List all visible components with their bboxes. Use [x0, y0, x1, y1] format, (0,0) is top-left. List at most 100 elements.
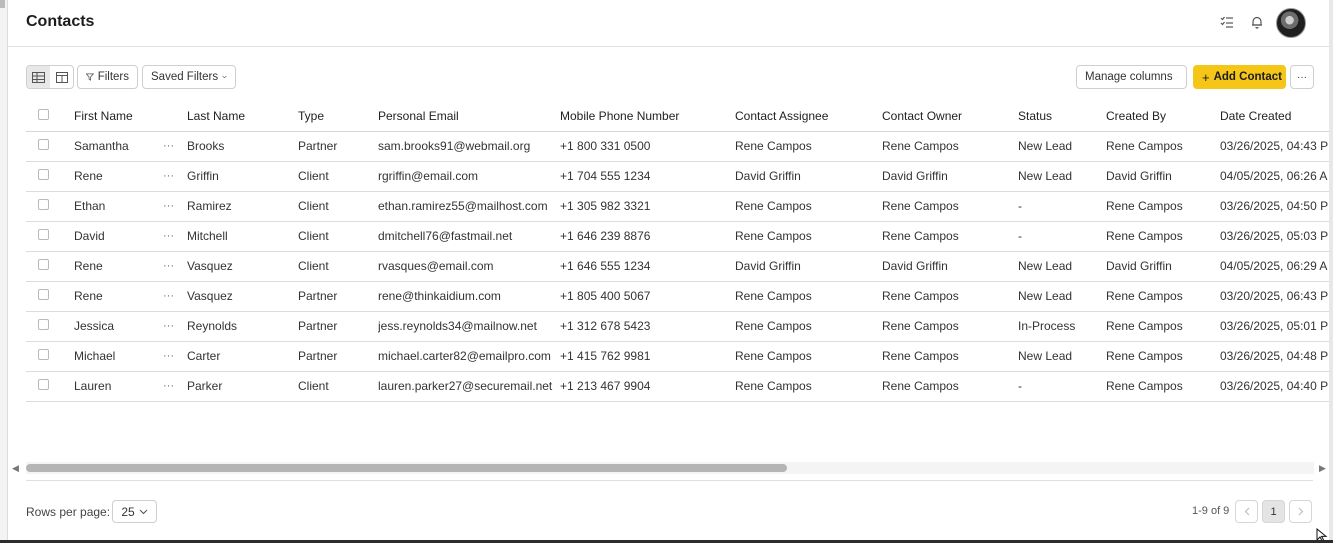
table-view-button[interactable]: [27, 66, 50, 88]
assignee-cell: Rene Campos: [735, 311, 882, 342]
column-header-personal-email[interactable]: Personal Email: [378, 101, 560, 132]
column-header-contact-assignee[interactable]: Contact Assignee: [735, 101, 882, 132]
email-cell: lauren.parker27@securemail.net: [378, 371, 560, 402]
table-row[interactable]: David ··· Mitchell Client dmitchell76@fa…: [26, 221, 1329, 252]
table-row[interactable]: Rene ··· Griffin Client rgriffin@email.c…: [26, 161, 1329, 192]
board-view-button[interactable]: [50, 66, 73, 88]
page-button-current[interactable]: 1: [1262, 500, 1285, 523]
previous-page-button[interactable]: [1235, 500, 1258, 523]
column-header-type[interactable]: Type: [298, 101, 378, 132]
type-cell: Partner: [298, 311, 378, 342]
row-checkbox[interactable]: [38, 139, 49, 150]
select-all-checkbox[interactable]: [38, 108, 49, 120]
phone-cell: +1 704 555 1234: [560, 161, 735, 192]
created-by-cell: Rene Campos: [1106, 191, 1220, 222]
chevron-down-icon: [1176, 76, 1178, 78]
row-menu-icon[interactable]: ···: [157, 251, 187, 282]
created-by-cell: Rene Campos: [1106, 311, 1220, 342]
row-menu-icon[interactable]: ···: [157, 371, 187, 402]
row-menu-icon[interactable]: ···: [157, 221, 187, 252]
owner-cell: David Griffin: [882, 251, 1018, 282]
type-cell: Partner: [298, 341, 378, 372]
phone-cell: +1 646 555 1234: [560, 251, 735, 282]
last-name-cell: Reynolds: [187, 311, 298, 342]
table-row[interactable]: Rene ··· Vasquez Client rvasques@email.c…: [26, 251, 1329, 282]
manage-columns-label: Manage columns: [1085, 71, 1173, 83]
table-row[interactable]: Ethan ··· Ramirez Client ethan.ramirez55…: [26, 191, 1329, 222]
row-menu-icon[interactable]: ···: [157, 311, 187, 342]
filters-button[interactable]: Filters: [77, 65, 138, 89]
add-contact-button[interactable]: + Add Contact: [1193, 65, 1286, 89]
row-checkbox[interactable]: [38, 229, 49, 240]
phone-cell: +1 805 400 5067: [560, 281, 735, 312]
bell-icon[interactable]: [1250, 15, 1264, 29]
horizontal-scrollbar[interactable]: [26, 462, 1314, 474]
footer-divider: [26, 480, 1313, 481]
table-row[interactable]: Lauren ··· Parker Client lauren.parker27…: [26, 371, 1329, 402]
page-title: Contacts: [26, 13, 95, 30]
rows-per-page-label: Rows per page:: [26, 505, 111, 519]
scroll-left-arrow-icon[interactable]: ◀: [12, 463, 19, 474]
row-menu-icon[interactable]: ···: [157, 161, 187, 192]
created-by-cell: David Griffin: [1106, 251, 1220, 282]
more-options-button[interactable]: ···: [1290, 65, 1314, 89]
date-created-cell: 03/26/2025, 04:50 P: [1220, 191, 1329, 222]
vertical-scrollbar[interactable]: [1329, 0, 1333, 543]
column-header-created-by[interactable]: Created By: [1106, 101, 1220, 132]
filters-label: Filters: [97, 71, 129, 83]
assignee-cell: Rene Campos: [735, 281, 882, 312]
row-checkbox[interactable]: [38, 199, 49, 210]
row-checkbox[interactable]: [38, 349, 49, 360]
column-header-status[interactable]: Status: [1018, 101, 1106, 132]
email-cell: ethan.ramirez55@mailhost.com: [378, 191, 560, 222]
table-row[interactable]: Rene ··· Vasquez Partner rene@thinkaidiu…: [26, 281, 1329, 312]
saved-filters-dropdown[interactable]: Saved Filters: [142, 65, 236, 89]
column-header-contact-owner[interactable]: Contact Owner: [882, 101, 1018, 132]
view-toggle: [26, 65, 74, 89]
date-created-cell: 03/26/2025, 04:40 P: [1220, 371, 1329, 402]
row-menu-icon[interactable]: ···: [157, 191, 187, 222]
manage-columns-dropdown[interactable]: Manage columns: [1076, 65, 1187, 89]
next-page-button[interactable]: [1289, 500, 1312, 523]
date-created-cell: 04/05/2025, 06:29 A: [1220, 251, 1329, 282]
status-cell: New Lead: [1018, 131, 1106, 162]
panel-handle[interactable]: [0, 0, 5, 8]
first-name-cell: Lauren: [74, 371, 157, 402]
row-checkbox[interactable]: [38, 319, 49, 330]
column-header-mobile-phone[interactable]: Mobile Phone Number: [560, 101, 735, 132]
row-menu-icon[interactable]: ···: [157, 281, 187, 312]
row-menu-icon[interactable]: ···: [157, 131, 187, 162]
email-cell: rgriffin@email.com: [378, 161, 560, 192]
table-row[interactable]: Michael ··· Carter Partner michael.carte…: [26, 341, 1329, 372]
user-avatar[interactable]: [1276, 8, 1306, 38]
add-contact-label: Add Contact: [1213, 71, 1282, 83]
table-row[interactable]: Samantha ··· Brooks Partner sam.brooks91…: [26, 131, 1329, 162]
assignee-cell: David Griffin: [735, 161, 882, 192]
row-checkbox[interactable]: [38, 169, 49, 180]
column-header-date-created[interactable]: Date Created: [1220, 101, 1329, 132]
row-checkbox[interactable]: [38, 379, 49, 390]
status-cell: In-Process: [1018, 311, 1106, 342]
table-row[interactable]: Jessica ··· Reynolds Partner jess.reynol…: [26, 311, 1329, 342]
last-name-cell: Carter: [187, 341, 298, 372]
owner-cell: Rene Campos: [882, 371, 1018, 402]
status-cell: -: [1018, 371, 1106, 402]
column-header-last-name[interactable]: Last Name: [187, 101, 298, 132]
last-name-cell: Vasquez: [187, 281, 298, 312]
row-menu-icon[interactable]: ···: [157, 341, 187, 372]
row-checkbox[interactable]: [38, 259, 49, 270]
checklist-icon[interactable]: [1220, 15, 1234, 29]
first-name-cell: Rene: [74, 161, 157, 192]
first-name-cell: Samantha: [74, 131, 157, 162]
rows-per-page-select[interactable]: 25: [112, 500, 157, 523]
scroll-right-arrow-icon[interactable]: ▶: [1319, 463, 1326, 474]
table-view-icon: [32, 71, 45, 83]
left-panel-edge: [0, 0, 8, 543]
chevron-down-icon: [222, 75, 227, 79]
created-by-cell: David Griffin: [1106, 161, 1220, 192]
horizontal-scrollbar-thumb[interactable]: [26, 464, 787, 472]
owner-cell: Rene Campos: [882, 131, 1018, 162]
row-checkbox[interactable]: [38, 289, 49, 300]
column-header-first-name[interactable]: First Name: [74, 101, 157, 132]
date-created-cell: 03/26/2025, 04:48 P: [1220, 341, 1329, 372]
